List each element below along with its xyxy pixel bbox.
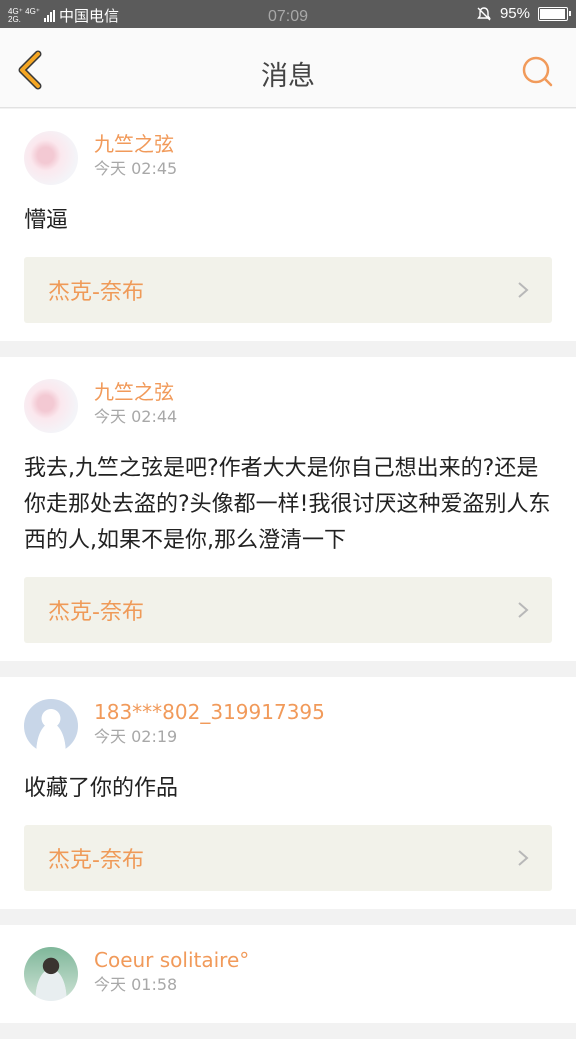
message-card: 九竺之弦 今天 02:45 懵逼 杰克-奈布 [0,109,576,341]
message-header: Coeur solitaire° 今天 01:58 [24,947,552,1005]
work-link[interactable]: 杰克-奈布 [24,825,552,891]
message-card: 九竺之弦 今天 02:44 我去,九竺之弦是吧?作者大大是你自己想出来的?还是你… [0,357,576,661]
status-right: 95% [476,5,571,22]
message-header: 183***802_319917395 今天 02:19 [24,699,552,757]
page-title: 消息 [261,61,315,92]
username-link[interactable]: 183***802_319917395 [94,699,325,725]
message-header: 九竺之弦 今天 02:45 [24,131,552,189]
search-button[interactable] [520,54,556,90]
message-time: 今天 02:19 [94,727,178,746]
message-meta: 九竺之弦 今天 02:44 [94,379,177,429]
message-text: 我去,九竺之弦是吧?作者大大是你自己想出来的?还是你走那处去盗的?头像都一样!我… [24,456,551,553]
message-header: 九竺之弦 今天 02:44 [24,379,552,437]
battery-fill [540,8,565,19]
work-title: 杰克-奈布 [48,848,144,873]
message-meta: 九竺之弦 今天 02:45 [94,131,177,181]
mute-bell-icon [477,6,491,20]
message-list: 九竺之弦 今天 02:45 懵逼 杰克-奈布 九竺之弦 今天 02:44 我去,… [0,109,576,1039]
message-card: 183***802_319917395 今天 02:19 收藏了你的作品 杰克-… [0,677,576,909]
message-time: 今天 02:44 [94,407,178,426]
chevron-right-icon [518,850,529,866]
flower-avatar[interactable] [24,379,78,433]
chevron-right-icon [518,282,529,298]
photo-avatar[interactable] [24,947,78,1001]
username-link[interactable]: Coeur solitaire° [94,947,249,973]
battery-icon [538,6,571,21]
message-card: Coeur solitaire° 今天 01:58 [0,925,576,1023]
message-time: 今天 01:58 [94,975,178,994]
work-title: 杰克-奈布 [48,600,144,625]
message-time: 今天 02:45 [94,159,178,178]
message-meta: 183***802_319917395 今天 02:19 [94,699,325,749]
work-link[interactable]: 杰克-奈布 [24,577,552,643]
chevron-right-icon [518,602,529,618]
search-icon [522,56,553,87]
nav-bar: 消息 [0,28,576,108]
username-link[interactable]: 九竺之弦 [94,379,177,405]
flower-avatar[interactable] [24,131,78,185]
message-meta: Coeur solitaire° 今天 01:58 [94,947,249,997]
battery-percent: 95% [499,5,530,22]
default-avatar[interactable] [24,699,78,753]
work-link[interactable]: 杰克-奈布 [24,257,552,323]
work-title: 杰克-奈布 [48,280,144,305]
message-text: 懵逼 [24,208,69,233]
message-text: 收藏了你的作品 [24,776,179,801]
status-bar: 4G⁺ 4G⁺ 2G. 中国电信 07:09 95% [0,0,576,28]
username-link[interactable]: 九竺之弦 [94,131,177,157]
